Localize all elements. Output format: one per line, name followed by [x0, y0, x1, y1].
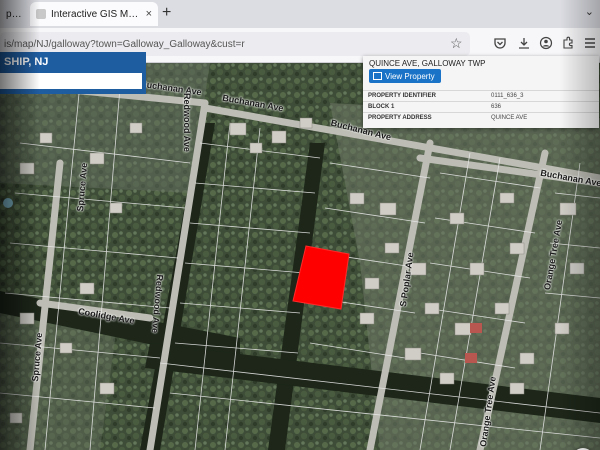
- browser-window: pal Co Interactive GIS Map of GALLOW × +…: [0, 0, 600, 450]
- favicon-icon: [36, 9, 46, 19]
- property-value: 636: [491, 104, 502, 110]
- bookmark-star-icon[interactable]: ☆: [450, 35, 463, 52]
- tab-previous-label: pal Co: [6, 8, 22, 20]
- view-property-label: View Property: [385, 71, 435, 81]
- property-row: PROPERTY IDENTIFIER 0111_636_3: [363, 90, 599, 101]
- tab-gis-map-label: Interactive GIS Map of GALLOW: [51, 8, 142, 20]
- property-label: PROPERTY IDENTIFIER: [368, 93, 436, 99]
- property-popup: QUINCE AVE, GALLOWAY TWP View Property P…: [363, 56, 599, 128]
- popup-title: QUINCE AVE, GALLOWAY TWP: [369, 59, 486, 68]
- street-label: Redwood Ave: [182, 93, 192, 152]
- property-value: QUINCE AVE: [491, 115, 528, 121]
- extensions-icon[interactable]: [560, 36, 576, 52]
- url-text: is/map/NJ/galloway?town=Galloway_Gallowa…: [4, 38, 245, 50]
- menu-icon[interactable]: [582, 36, 598, 52]
- close-tab-icon[interactable]: ×: [146, 8, 152, 20]
- property-card-icon: [373, 72, 382, 80]
- tab-gis-map[interactable]: Interactive GIS Map of GALLOW ×: [30, 2, 158, 26]
- downloads-icon[interactable]: [516, 36, 532, 52]
- tab-list-icon[interactable]: ⌄: [585, 5, 594, 18]
- account-icon[interactable]: [538, 36, 554, 52]
- property-row: PROPERTY ADDRESS QUINCE AVE: [363, 112, 599, 123]
- pocket-icon[interactable]: [492, 36, 508, 52]
- tab-strip: pal Co Interactive GIS Map of GALLOW × +…: [0, 0, 600, 28]
- property-value: 0111_636_3: [491, 93, 524, 99]
- tab-previous[interactable]: pal Co: [0, 2, 28, 26]
- township-title: SHIP, NJ: [4, 56, 49, 68]
- property-row: BLOCK 1 636: [363, 101, 599, 112]
- property-label: BLOCK 1: [368, 104, 395, 110]
- view-property-button[interactable]: View Property: [369, 69, 441, 83]
- search-input[interactable]: [0, 73, 142, 89]
- property-label: PROPERTY ADDRESS: [368, 115, 432, 121]
- new-tab-button[interactable]: +: [162, 4, 171, 22]
